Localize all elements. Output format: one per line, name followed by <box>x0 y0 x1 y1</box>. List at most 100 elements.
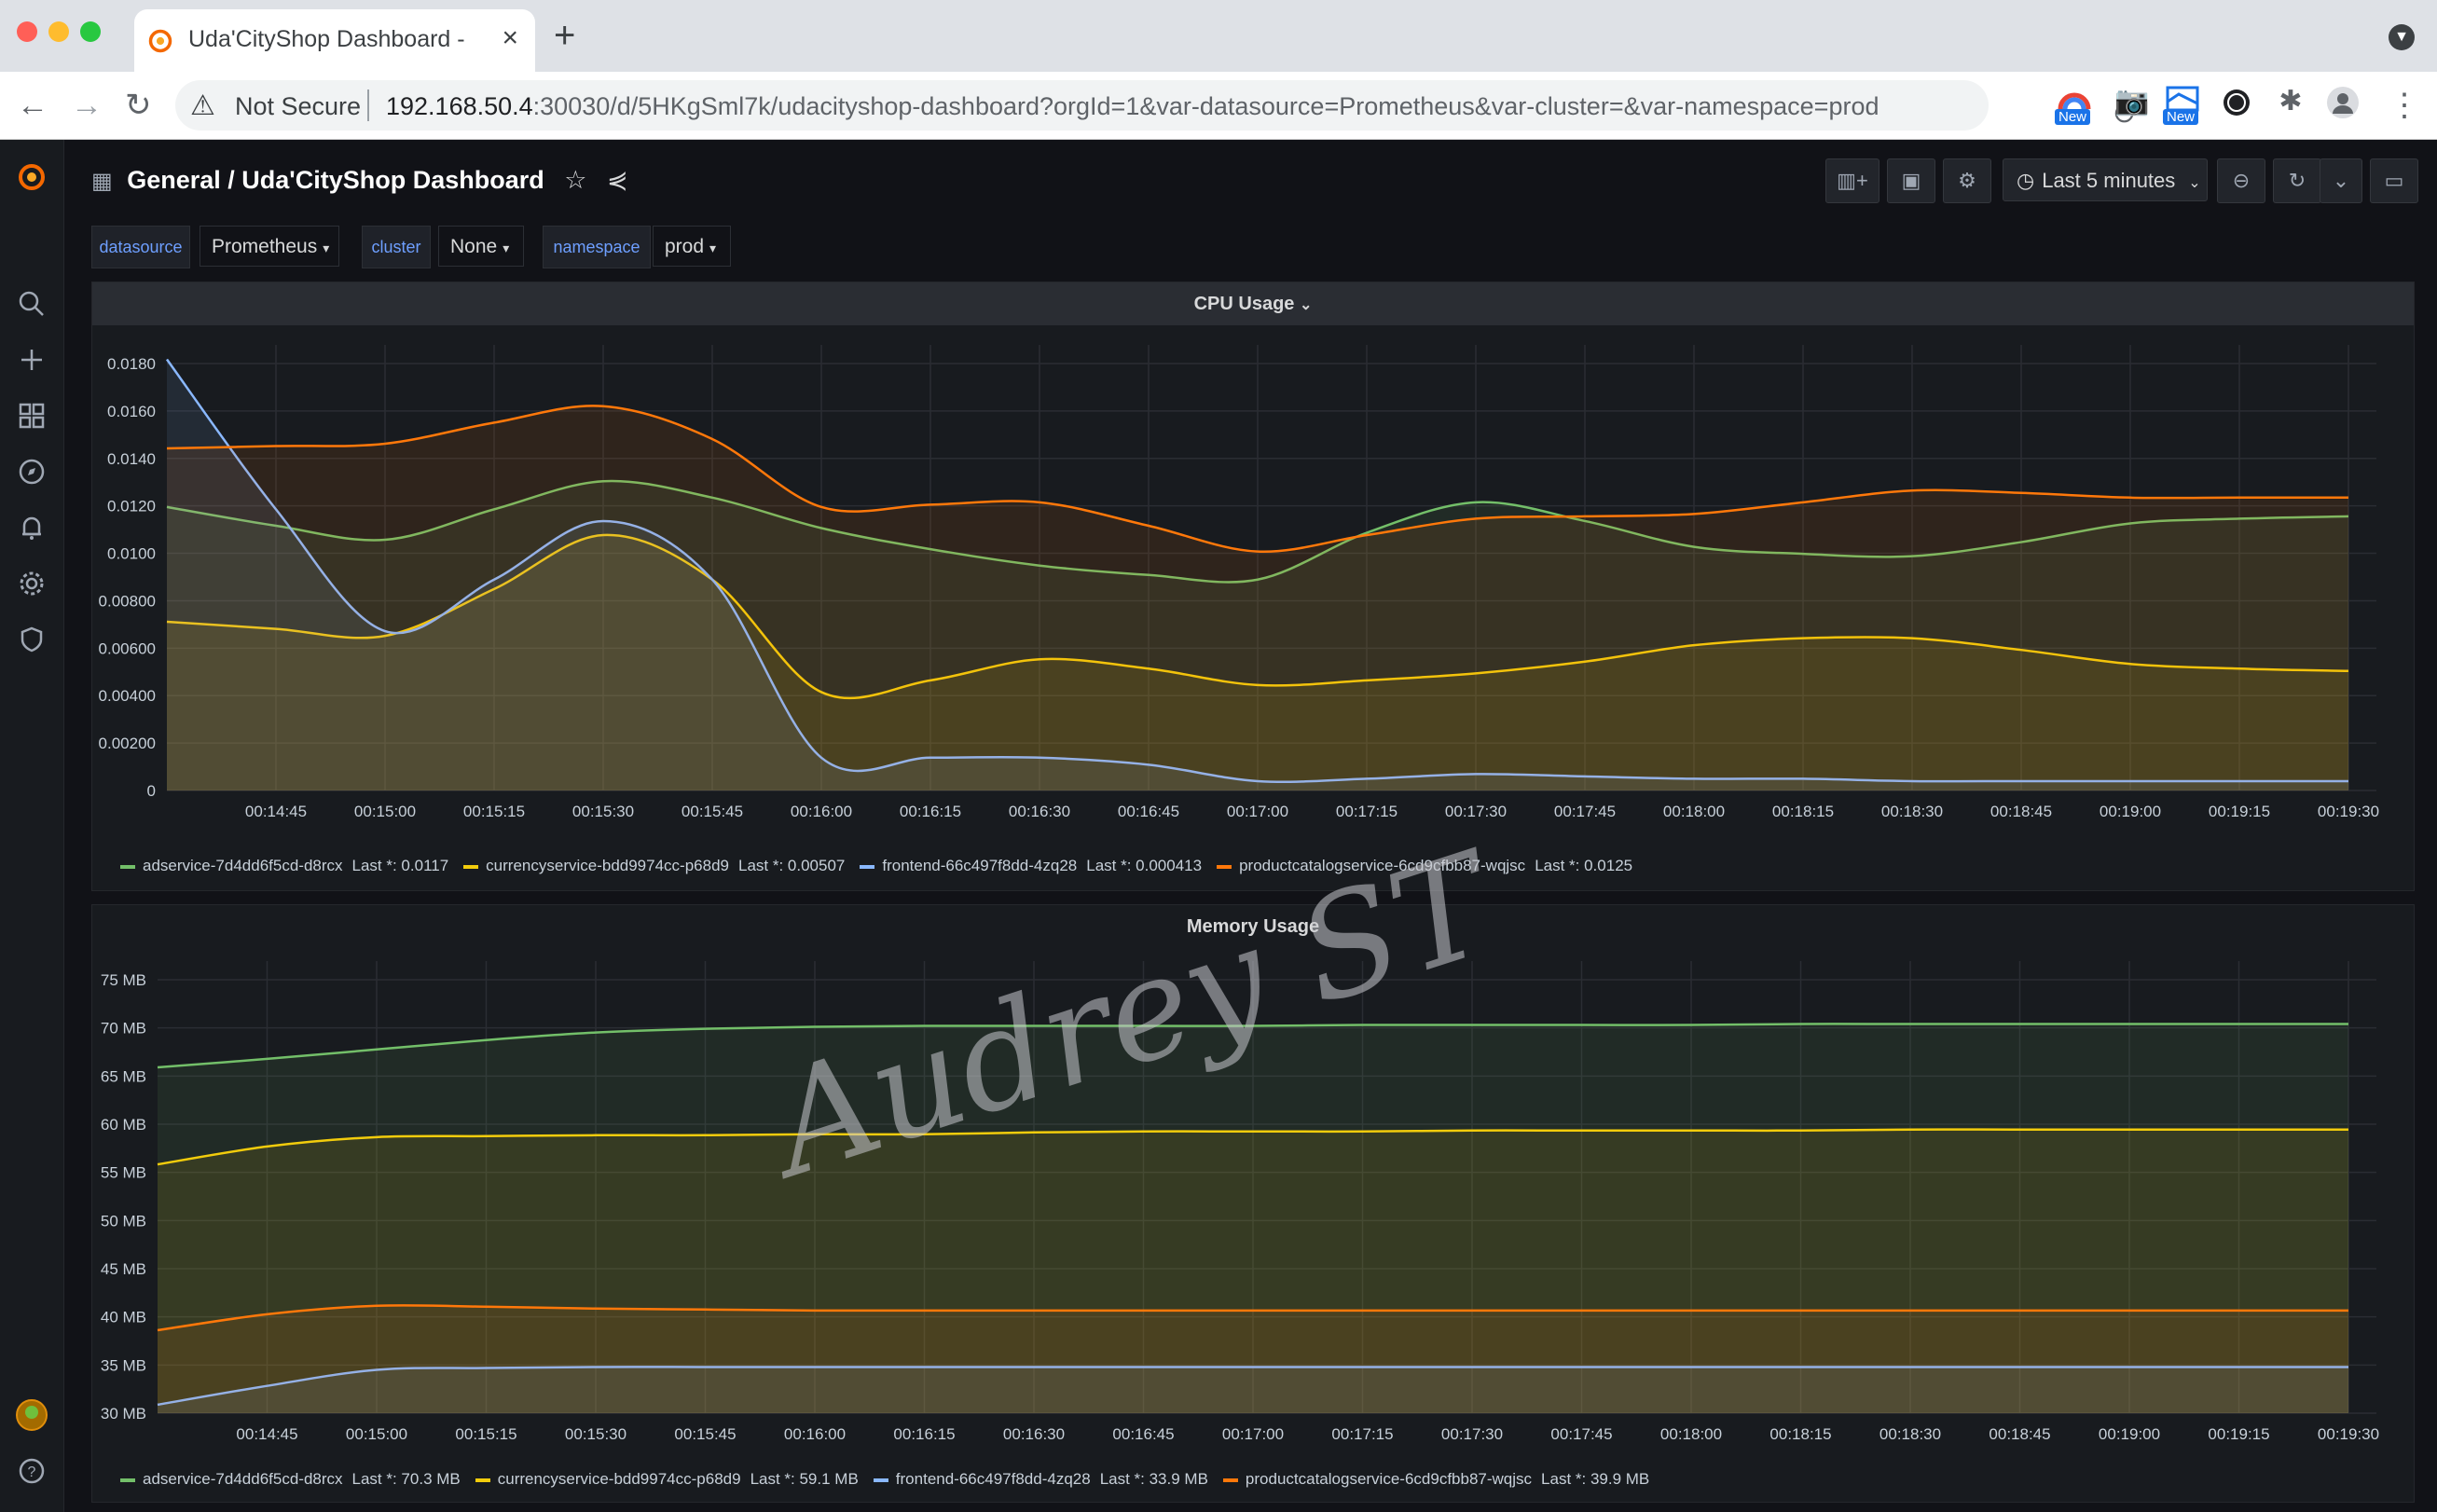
folder-link[interactable]: General <box>127 166 221 194</box>
x-tick-label: 00:19:15 <box>2209 803 2270 820</box>
legend-item[interactable]: adservice-7d4dd6f5cd-d8rcx Last *: 0.0117 <box>120 857 448 875</box>
data-point <box>1691 1130 1692 1131</box>
data-point <box>2130 497 2131 498</box>
minimize-window-button[interactable] <box>48 21 69 42</box>
camera-extension-icon[interactable]: 📷 <box>2114 85 2150 120</box>
legend-item[interactable]: currencyservice-bdd9974cc-p68d9 Last *: 0… <box>463 857 845 875</box>
zoom-out-icon[interactable]: ⊖ <box>2217 158 2265 203</box>
x-tick-label: 00:19:00 <box>2099 1425 2160 1443</box>
legend-last-value: Last *: 39.9 MB <box>1541 1470 1650 1488</box>
help-icon[interactable]: ? <box>15 1454 48 1488</box>
x-tick-label: 00:18:00 <box>1663 803 1725 820</box>
y-tick-label: 55 MB <box>101 1164 146 1182</box>
legend-item[interactable]: productcatalogservice-6cd9cfbb87-wqjsc La… <box>1222 1470 1650 1489</box>
plus-icon[interactable] <box>15 343 48 377</box>
data-point <box>1367 535 1368 536</box>
data-point <box>2019 1310 2020 1311</box>
browser-tab[interactable]: Uda'CityShop Dashboard - Gra × <box>134 9 535 72</box>
user-avatar-icon[interactable] <box>15 1398 48 1432</box>
url-text[interactable]: 192.168.50.4:30030/d/5HKgSml7k/udacitysh… <box>386 92 1879 121</box>
grafana-logo-icon[interactable] <box>15 160 48 194</box>
refresh-icon[interactable]: ↻ <box>2273 158 2321 203</box>
maximize-window-button[interactable] <box>80 21 101 42</box>
variable-select-datasource[interactable]: Prometheus ▾ <box>200 226 339 267</box>
legend-item[interactable]: currencyservice-bdd9974cc-p68d9 Last *: 5… <box>475 1470 859 1489</box>
x-tick-label: 00:19:30 <box>2318 1425 2379 1443</box>
data-point <box>1910 1129 1911 1130</box>
dashboards-grid-icon[interactable] <box>15 399 48 433</box>
legend-item[interactable]: productcatalogservice-6cd9cfbb87-wqjsc La… <box>1217 857 1632 875</box>
warning-icon[interactable]: ⚠ <box>190 89 215 122</box>
address-bar[interactable]: ⚠ Not Secure 192.168.50.4:30030/d/5HKgSm… <box>175 80 2194 131</box>
configuration-gear-icon[interactable] <box>15 567 48 600</box>
variable-label-cluster: cluster <box>362 226 431 268</box>
memory-usage-chart[interactable]: 30 MB 35 MB 40 MB 45 MB 50 MB 55 MB 60 MB 65 MB… <box>92 905 2414 1474</box>
clock-icon: ◷ <box>2017 169 2035 192</box>
tab-search-icon[interactable]: ▼ <box>2389 24 2415 50</box>
server-admin-shield-icon[interactable] <box>15 623 48 656</box>
star-icon[interactable]: ☆ <box>564 166 586 194</box>
data-point <box>705 1134 706 1135</box>
alerting-bell-icon[interactable] <box>15 511 48 544</box>
data-point <box>924 1310 925 1311</box>
data-point <box>1362 1310 1363 1311</box>
data-point <box>1691 1024 1692 1025</box>
data-point <box>385 444 386 445</box>
x-tick-label: 00:15:15 <box>455 1425 516 1443</box>
extensions-puzzle-icon[interactable]: ✱ <box>2273 85 2308 120</box>
url-path: :30030/d/5HKgSml7k/udacityshop-dashboard… <box>532 92 1879 120</box>
refresh-interval-chevron-icon[interactable]: ⌄ <box>2320 158 2362 203</box>
profile-avatar-icon[interactable] <box>2325 85 2361 120</box>
data-point <box>1694 514 1695 515</box>
legend-item[interactable]: frontend-66c497f8dd-4zq28 Last *: 33.9 MB <box>873 1470 1208 1489</box>
legend-item[interactable]: adservice-7d4dd6f5cd-d8rcx Last *: 70.3 M… <box>120 1470 461 1489</box>
extension-rainbow-icon[interactable]: New <box>2055 85 2092 125</box>
legend-last-value: Last *: 59.1 MB <box>750 1470 859 1488</box>
share-icon[interactable]: ⋞ <box>607 166 628 194</box>
dashboard-settings-gear-icon[interactable]: ⚙ <box>1943 158 1991 203</box>
x-tick-label: 00:17:15 <box>1336 803 1397 820</box>
save-dashboard-icon[interactable]: ▣ <box>1887 158 1935 203</box>
extension-window-icon[interactable]: New <box>2163 85 2200 125</box>
close-tab-icon[interactable]: × <box>502 22 518 54</box>
data-point <box>2238 1129 2239 1130</box>
dashboard-title[interactable]: / Uda'CityShop Dashboard <box>227 166 544 194</box>
url-host: 192.168.50.4 <box>386 92 533 120</box>
back-arrow-icon[interactable]: ← <box>17 87 48 124</box>
data-point <box>377 1136 378 1137</box>
variable-select-cluster[interactable]: None ▾ <box>438 226 524 267</box>
explore-compass-icon[interactable] <box>15 455 48 488</box>
data-point <box>2239 497 2240 498</box>
browser-menu-icon[interactable]: ⋮ <box>2389 87 2420 124</box>
variable-value: Prometheus <box>212 236 318 257</box>
cpu-usage-chart[interactable]: 0 0.00200 0.00400 0.00600 0.00800 0.0100 0.012… <box>92 282 2414 860</box>
legend-last-value: Last *: 0.000413 <box>1086 857 1203 874</box>
forward-arrow-icon[interactable]: → <box>71 87 103 124</box>
new-tab-button[interactable]: + <box>554 17 575 54</box>
variable-value: None <box>450 236 498 257</box>
svg-text:?: ? <box>28 1464 36 1480</box>
wordtune-extension-icon[interactable] <box>2219 85 2254 120</box>
security-status[interactable]: Not Secure <box>235 92 361 121</box>
data-point <box>1362 1024 1363 1025</box>
y-tick-label: 0.0120 <box>107 498 156 515</box>
data-point <box>1912 490 1913 491</box>
side-navigation: ? <box>0 140 64 1512</box>
data-point <box>1476 518 1477 519</box>
cycle-view-mode-icon[interactable]: ▭ <box>2370 158 2418 203</box>
add-panel-icon[interactable]: ▥+ <box>1825 158 1879 203</box>
grafana-favicon-icon <box>148 29 172 53</box>
legend-last-value: Last *: 0.0125 <box>1535 857 1633 874</box>
data-point <box>486 1135 487 1136</box>
data-point <box>2348 1310 2349 1311</box>
close-window-button[interactable] <box>17 21 37 42</box>
legend-item[interactable]: frontend-66c497f8dd-4zq28 Last *: 0.00041… <box>860 857 1202 875</box>
chevron-down-icon: ▾ <box>323 241 330 255</box>
variable-select-namespace[interactable]: prod ▾ <box>653 226 731 267</box>
reload-icon[interactable]: ↻ <box>125 87 152 124</box>
data-point <box>377 1049 378 1050</box>
search-icon[interactable] <box>15 287 48 321</box>
time-picker-button[interactable]: ◷ Last 5 minutes ⌄ <box>2003 158 2208 201</box>
variable-label-namespace: namespace <box>543 226 651 268</box>
data-point <box>377 1305 378 1306</box>
